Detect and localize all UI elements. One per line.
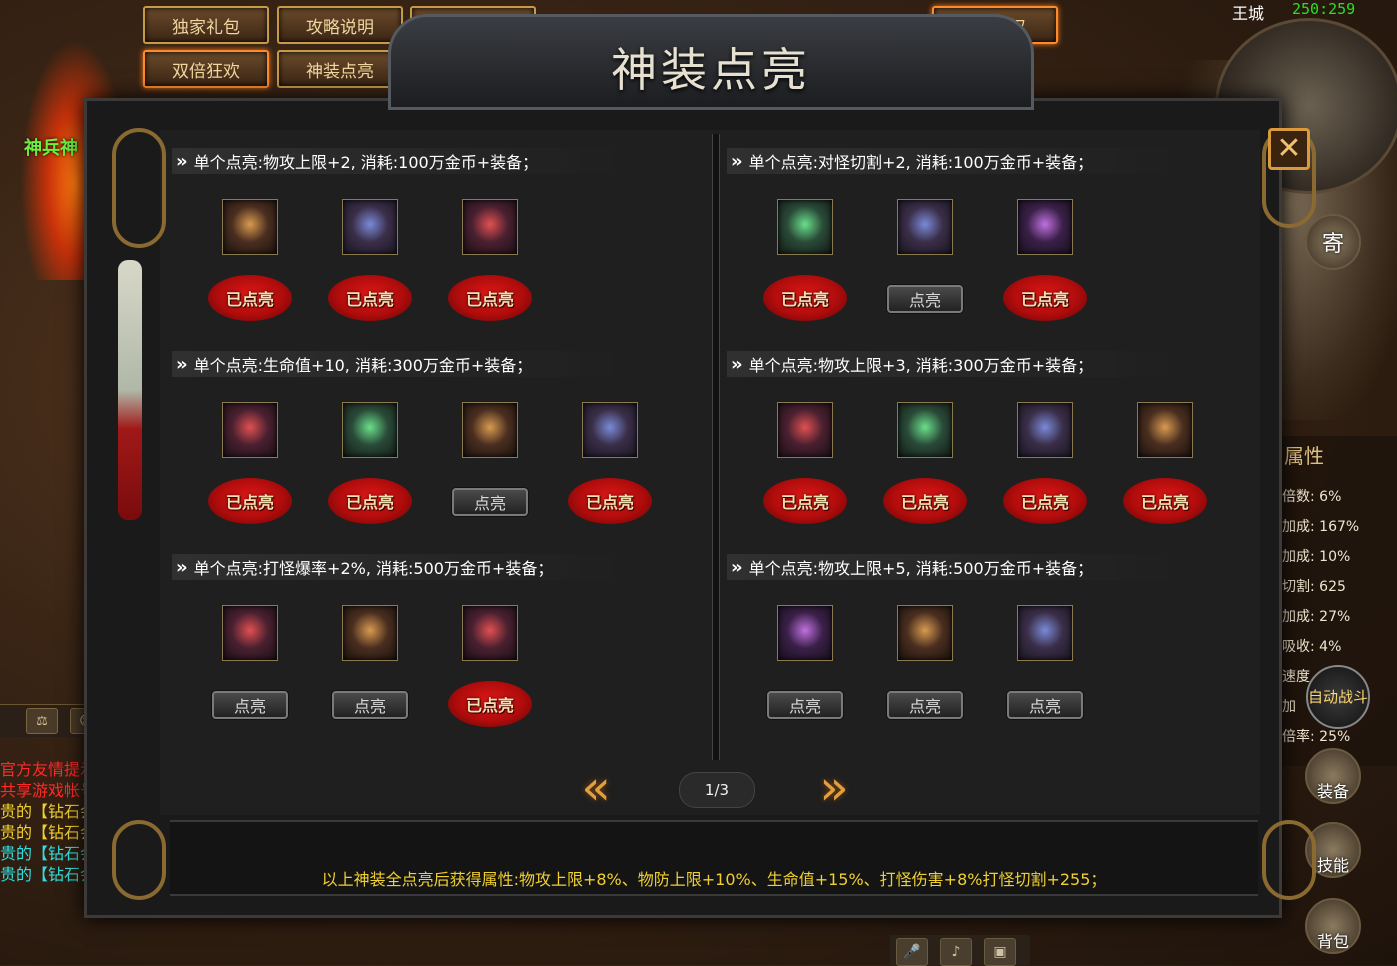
double-chevron-icon: » bbox=[176, 556, 187, 578]
equipment-slot[interactable] bbox=[462, 199, 518, 255]
map-coords: 250:259 bbox=[1292, 0, 1356, 18]
section-header: » 单个点亮:生命值+10, 消耗:300万金币+装备； bbox=[172, 351, 702, 377]
page-indicator: 1/3 bbox=[679, 772, 755, 808]
lit-badge: 已点亮 bbox=[208, 478, 292, 524]
lit-badge: 已点亮 bbox=[568, 478, 652, 524]
panel-title: 神装点亮 bbox=[611, 43, 811, 97]
equipment-slot[interactable] bbox=[342, 605, 398, 661]
ornament-icon bbox=[112, 128, 166, 248]
lit-badge: 已点亮 bbox=[1003, 275, 1087, 321]
section-header-text: 单个点亮:物攻上限+5, 消耗:500万金币+装备； bbox=[748, 559, 1094, 578]
equipment-slot[interactable] bbox=[582, 402, 638, 458]
equipment-slot[interactable] bbox=[777, 402, 833, 458]
lit-badge: 已点亮 bbox=[328, 275, 412, 321]
equipment-slot[interactable] bbox=[222, 199, 278, 255]
panel-content-area bbox=[160, 130, 1260, 815]
attr-row: 加成: 10% bbox=[1282, 549, 1351, 565]
lit-badge: 已点亮 bbox=[328, 478, 412, 524]
equipment-slot[interactable] bbox=[462, 605, 518, 661]
double-chevron-icon: » bbox=[176, 353, 187, 375]
equipment-slot[interactable] bbox=[777, 605, 833, 661]
equipment-slot[interactable] bbox=[342, 199, 398, 255]
lit-badge: 已点亮 bbox=[208, 275, 292, 321]
light-up-button[interactable]: 点亮 bbox=[212, 691, 288, 719]
equipment-slot[interactable] bbox=[897, 402, 953, 458]
map-name: 王城 bbox=[1232, 4, 1265, 23]
ornament-icon bbox=[1262, 820, 1316, 900]
next-page-icon[interactable]: » bbox=[812, 760, 856, 816]
section-header-text: 单个点亮:对怪切割+2, 消耗:100万金币+装备； bbox=[748, 153, 1094, 172]
left-label: 神兵神 bbox=[24, 138, 78, 159]
column-divider bbox=[712, 134, 720, 760]
equipment-slot[interactable] bbox=[1017, 402, 1073, 458]
light-up-button[interactable]: 点亮 bbox=[887, 691, 963, 719]
lit-badge: 已点亮 bbox=[448, 275, 532, 321]
attr-row: 吸收: 4% bbox=[1282, 639, 1342, 655]
attr-row: 加成: 167% bbox=[1282, 519, 1360, 535]
auto-fight-button[interactable]: 自动战斗 bbox=[1306, 665, 1370, 729]
double-chevron-icon: » bbox=[731, 556, 742, 578]
top-menu-double-button[interactable]: 双倍狂欢 bbox=[143, 50, 269, 88]
equip-button[interactable]: 装备 bbox=[1305, 748, 1361, 804]
equipment-slot[interactable] bbox=[777, 199, 833, 255]
section-header-text: 单个点亮:打怪爆率+2%, 消耗:500万金币+装备； bbox=[193, 559, 554, 578]
equipment-slot[interactable] bbox=[1017, 605, 1073, 661]
attr-row: 速度 bbox=[1282, 669, 1310, 685]
section-header: » 单个点亮:物攻上限+5, 消耗:500万金币+装备； bbox=[727, 554, 1257, 580]
attr-row: 加成: 27% bbox=[1282, 609, 1351, 625]
equipment-slot[interactable] bbox=[897, 199, 953, 255]
attr-row: 倍数: 6% bbox=[1282, 489, 1342, 505]
close-button[interactable]: ✕ bbox=[1268, 128, 1310, 170]
top-menu-gift-button[interactable]: 独家礼包 bbox=[143, 6, 269, 44]
equipment-slot[interactable] bbox=[222, 605, 278, 661]
double-chevron-icon: » bbox=[731, 150, 742, 172]
lit-badge: 已点亮 bbox=[1123, 478, 1207, 524]
chat-tab-trade-icon[interactable]: ⚖ bbox=[26, 708, 58, 734]
jade-tassel-decoration bbox=[118, 260, 142, 520]
section-header: » 单个点亮:打怪爆率+2%, 消耗:500万金币+装备； bbox=[172, 554, 702, 580]
ornament-icon bbox=[112, 820, 166, 900]
attr-row: 切割: 625 bbox=[1282, 579, 1346, 595]
bag-button[interactable]: 背包 bbox=[1305, 898, 1361, 954]
double-chevron-icon: » bbox=[731, 353, 742, 375]
section-header-text: 单个点亮:生命值+10, 消耗:300万金币+装备； bbox=[193, 356, 533, 375]
top-menu-guide-button[interactable]: 攻略说明 bbox=[277, 6, 403, 44]
equipment-slot[interactable] bbox=[1017, 199, 1073, 255]
light-up-button[interactable]: 点亮 bbox=[332, 691, 408, 719]
equipment-slot[interactable] bbox=[897, 605, 953, 661]
light-up-button[interactable]: 点亮 bbox=[887, 285, 963, 313]
lock-icon[interactable]: ▣ bbox=[984, 938, 1016, 966]
lit-badge: 已点亮 bbox=[763, 478, 847, 524]
section-header: » 单个点亮:物攻上限+2, 消耗:100万金币+装备； bbox=[172, 148, 702, 174]
lit-badge: 已点亮 bbox=[1003, 478, 1087, 524]
top-menu-equip-light-button[interactable]: 神装点亮 bbox=[277, 50, 403, 88]
section-header-text: 单个点亮:物攻上限+2, 消耗:100万金币+装备； bbox=[193, 153, 539, 172]
prev-page-icon[interactable]: « bbox=[574, 760, 618, 816]
double-chevron-icon: » bbox=[176, 150, 187, 172]
light-up-button[interactable]: 点亮 bbox=[767, 691, 843, 719]
equipment-slot[interactable] bbox=[1137, 402, 1193, 458]
attribute-title[interactable]: 属性 bbox=[1284, 440, 1324, 469]
microphone-icon[interactable]: 🎤 bbox=[896, 938, 928, 966]
full-set-bonus-text: 以上神装全点亮后获得属性:物攻上限+8%、物防上限+10%、生命值+15%、打怪… bbox=[321, 870, 1107, 889]
speaker-icon[interactable]: ♪ bbox=[940, 938, 972, 966]
section-header-text: 单个点亮:物攻上限+3, 消耗:300万金币+装备； bbox=[748, 356, 1094, 375]
light-up-button[interactable]: 点亮 bbox=[452, 488, 528, 516]
attr-row: 倍率: 25% bbox=[1282, 729, 1351, 745]
lit-badge: 已点亮 bbox=[883, 478, 967, 524]
lit-badge: 已点亮 bbox=[448, 681, 532, 727]
light-up-button[interactable]: 点亮 bbox=[1007, 691, 1083, 719]
section-header: » 单个点亮:对怪切割+2, 消耗:100万金币+装备； bbox=[727, 148, 1257, 174]
attr-row: 加 bbox=[1282, 699, 1296, 715]
section-header: » 单个点亮:物攻上限+3, 消耗:300万金币+装备； bbox=[727, 351, 1257, 377]
equipment-slot[interactable] bbox=[462, 402, 518, 458]
lit-badge: 已点亮 bbox=[763, 275, 847, 321]
equipment-slot[interactable] bbox=[342, 402, 398, 458]
equipment-slot[interactable] bbox=[222, 402, 278, 458]
side-char-button[interactable]: 寄 bbox=[1305, 214, 1361, 270]
